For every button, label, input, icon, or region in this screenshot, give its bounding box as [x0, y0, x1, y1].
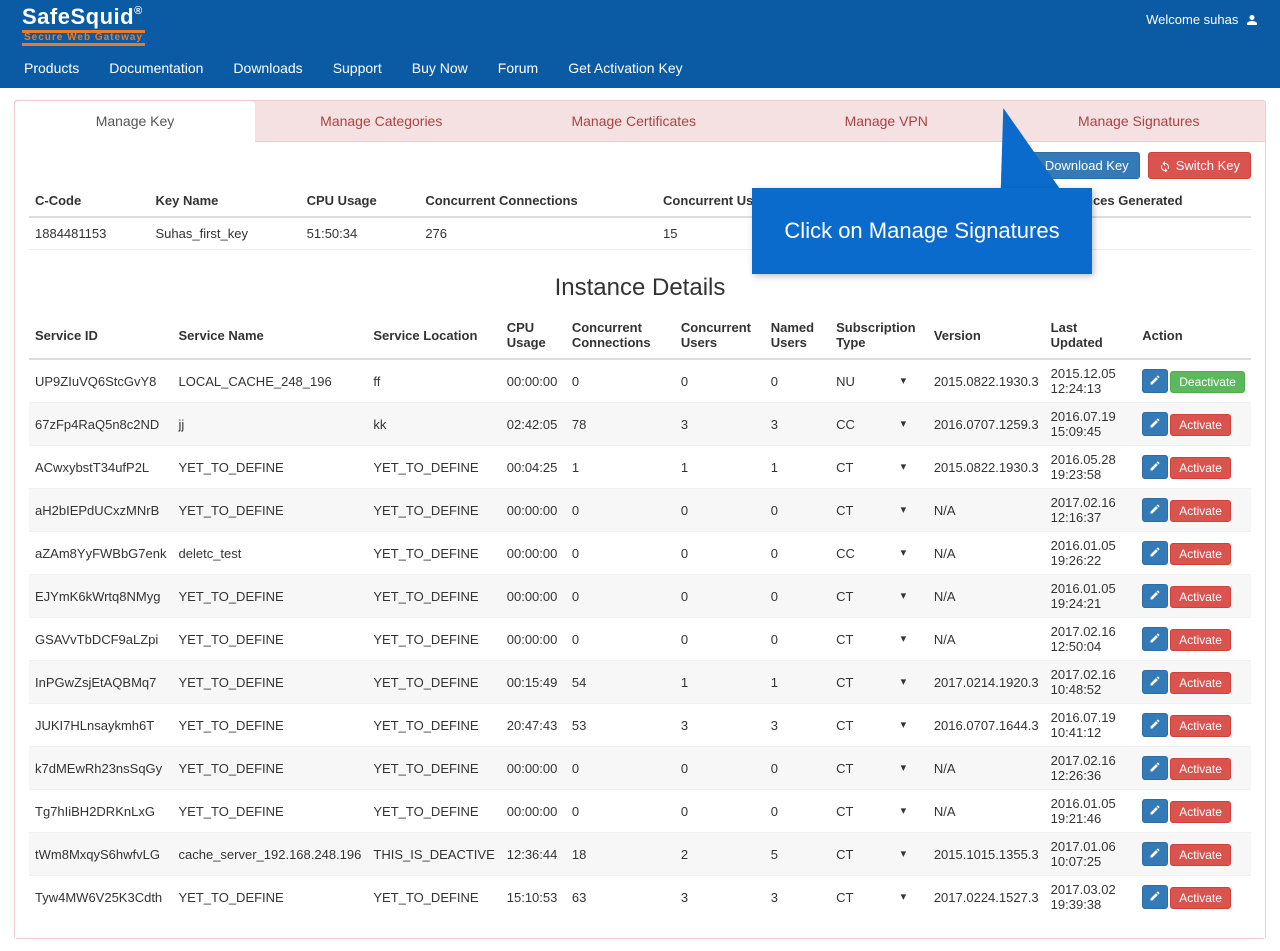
edit-button[interactable] — [1142, 842, 1168, 866]
kh-ccode: C-Code — [29, 185, 150, 217]
pencil-icon — [1149, 589, 1161, 604]
subscription-type-dropdown[interactable]: CT — [830, 790, 928, 833]
activate-button[interactable]: Activate — [1170, 844, 1231, 866]
pencil-icon — [1149, 632, 1161, 647]
table-row: tWm8MxqyS6hwfvLGcache_server_192.168.248… — [29, 833, 1251, 876]
brand-subtitle: Secure Web Gateway — [22, 30, 145, 46]
pencil-icon — [1149, 417, 1161, 432]
nav-forum[interactable]: Forum — [498, 60, 538, 76]
activate-button[interactable]: Activate — [1170, 500, 1231, 522]
subscription-type-dropdown[interactable]: CT — [830, 876, 928, 919]
subscription-type-dropdown[interactable]: CT — [830, 661, 928, 704]
pencil-icon — [1149, 804, 1161, 819]
section-title: Instance Details — [29, 274, 1251, 302]
pencil-icon — [1149, 546, 1161, 561]
pencil-icon — [1149, 890, 1161, 905]
edit-button[interactable] — [1142, 412, 1168, 436]
pencil-icon — [1149, 761, 1161, 776]
subscription-type-dropdown[interactable]: CC — [830, 403, 928, 446]
subscription-type-dropdown[interactable]: CT — [830, 833, 928, 876]
edit-button[interactable] — [1142, 498, 1168, 522]
activate-button[interactable]: Activate — [1170, 457, 1231, 479]
table-row: Tg7hIiBH2DRKnLxGYET_TO_DEFINEYET_TO_DEFI… — [29, 790, 1251, 833]
table-row: InPGwZsjEtAQBMq7YET_TO_DEFINEYET_TO_DEFI… — [29, 661, 1251, 704]
edit-button[interactable] — [1142, 799, 1168, 823]
pencil-icon — [1149, 675, 1161, 690]
table-row: 67zFp4RaQ5n8c2NDjjkk02:42:057833CC2016.0… — [29, 403, 1251, 446]
table-row: ACwxybstT34ufP2LYET_TO_DEFINEYET_TO_DEFI… — [29, 446, 1251, 489]
subscription-type-dropdown[interactable]: NU — [830, 359, 928, 403]
table-row: GSAVvTbDCF9aLZpiYET_TO_DEFINEYET_TO_DEFI… — [29, 618, 1251, 661]
pencil-icon — [1149, 374, 1161, 389]
edit-button[interactable] — [1142, 670, 1168, 694]
edit-button[interactable] — [1142, 885, 1168, 909]
kh-keyname: Key Name — [150, 185, 301, 217]
logo: SafeSquid® Secure Web Gateway — [22, 6, 145, 46]
nav-downloads[interactable]: Downloads — [233, 60, 302, 76]
edit-button[interactable] — [1142, 584, 1168, 608]
activate-button[interactable]: Activate — [1170, 887, 1231, 909]
welcome-user[interactable]: Welcome suhas — [1146, 6, 1258, 27]
activate-button[interactable]: Activate — [1170, 629, 1231, 651]
edit-button[interactable] — [1142, 627, 1168, 651]
nav-products[interactable]: Products — [24, 60, 79, 76]
edit-button[interactable] — [1142, 541, 1168, 565]
activate-button[interactable]: Activate — [1170, 414, 1231, 436]
subscription-type-dropdown[interactable]: CC — [830, 532, 928, 575]
activate-button[interactable]: Activate — [1170, 586, 1231, 608]
instance-table: Service ID Service Name Service Location… — [29, 312, 1251, 918]
pencil-icon — [1149, 503, 1161, 518]
subscription-type-dropdown[interactable]: CT — [830, 747, 928, 790]
main-nav: Products Documentation Downloads Support… — [22, 46, 1258, 88]
table-row: aH2bIEPdUCxzMNrBYET_TO_DEFINEYET_TO_DEFI… — [29, 489, 1251, 532]
subscription-type-dropdown[interactable]: CT — [830, 489, 928, 532]
tab-manage-key[interactable]: Manage Key — [15, 101, 255, 142]
tab-manage-certificates[interactable]: Manage Certificates — [508, 101, 761, 141]
edit-button[interactable] — [1142, 369, 1168, 393]
table-row: aZAm8YyFWBbG7enkdeletc_testYET_TO_DEFINE… — [29, 532, 1251, 575]
nav-support[interactable]: Support — [333, 60, 382, 76]
table-row: UP9ZIuVQ6StcGvY8LOCAL_CACHE_248_196ff00:… — [29, 359, 1251, 403]
pencil-icon — [1149, 460, 1161, 475]
table-row: k7dMEwRh23nsSqGyYET_TO_DEFINEYET_TO_DEFI… — [29, 747, 1251, 790]
switch-key-button[interactable]: Switch Key — [1148, 152, 1251, 179]
tab-manage-categories[interactable]: Manage Categories — [255, 101, 508, 141]
topbar: SafeSquid® Secure Web Gateway Welcome su… — [0, 0, 1280, 88]
nav-get-activation-key[interactable]: Get Activation Key — [568, 60, 682, 76]
edit-button[interactable] — [1142, 455, 1168, 479]
brand-title: SafeSquid — [22, 4, 134, 29]
brand-reg: ® — [134, 5, 143, 17]
tab-row: Manage Key Manage Categories Manage Cert… — [15, 101, 1265, 141]
subscription-type-dropdown[interactable]: CT — [830, 575, 928, 618]
edit-button[interactable] — [1142, 756, 1168, 780]
tab-manage-signatures[interactable]: Manage Signatures — [1013, 101, 1266, 141]
deactivate-button[interactable]: Deactivate — [1170, 371, 1245, 393]
table-row: Tyw4MW6V25K3CdthYET_TO_DEFINEYET_TO_DEFI… — [29, 876, 1251, 919]
table-row: JUKI7HLnsaykmh6TYET_TO_DEFINEYET_TO_DEFI… — [29, 704, 1251, 747]
subscription-type-dropdown[interactable]: CT — [830, 446, 928, 489]
activate-button[interactable]: Activate — [1170, 672, 1231, 694]
activate-button[interactable]: Activate — [1170, 543, 1231, 565]
subscription-type-dropdown[interactable]: CT — [830, 618, 928, 661]
instruction-callout: Click on Manage Signatures — [752, 188, 1092, 274]
table-row: EJYmK6kWrtq8NMygYET_TO_DEFINEYET_TO_DEFI… — [29, 575, 1251, 618]
nav-documentation[interactable]: Documentation — [109, 60, 203, 76]
activate-button[interactable]: Activate — [1170, 758, 1231, 780]
nav-buy-now[interactable]: Buy Now — [412, 60, 468, 76]
activate-button[interactable]: Activate — [1170, 715, 1231, 737]
kh-cpu: CPU Usage — [301, 185, 420, 217]
kh-cc: Concurrent Connections — [419, 185, 657, 217]
switch-icon — [1159, 160, 1171, 172]
subscription-type-dropdown[interactable]: CT — [830, 704, 928, 747]
edit-button[interactable] — [1142, 713, 1168, 737]
activate-button[interactable]: Activate — [1170, 801, 1231, 823]
pencil-icon — [1149, 847, 1161, 862]
user-icon — [1246, 14, 1258, 26]
